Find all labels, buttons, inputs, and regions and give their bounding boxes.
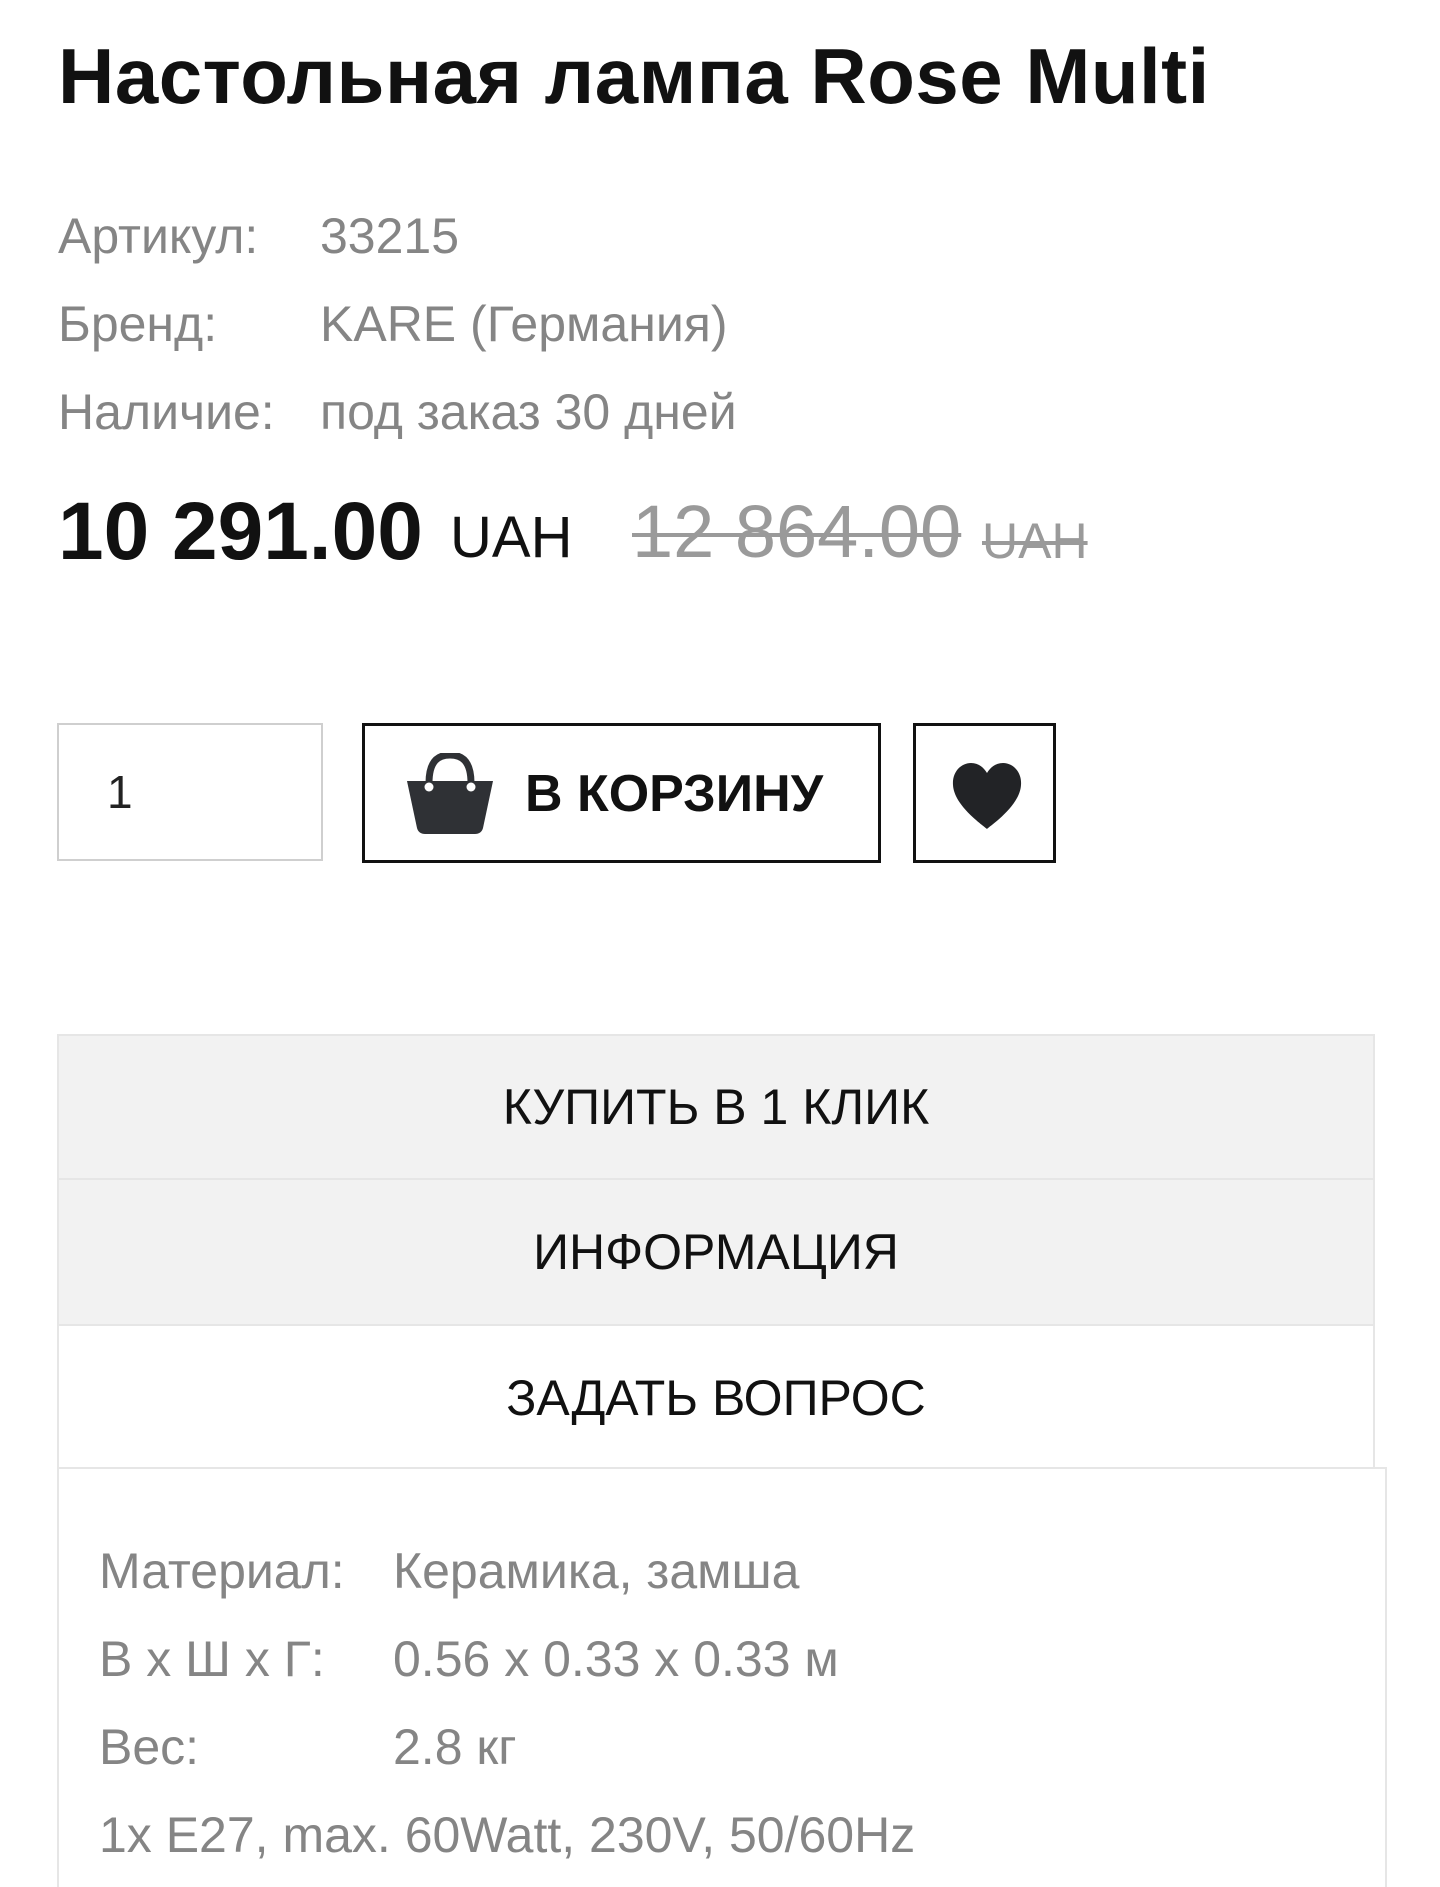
meta-row-sku: Артикул: 33215 [58,192,737,280]
add-to-cart-label: В КОРЗИНУ [525,765,824,823]
product-title: Настольная лампа Rose Multi [58,32,1210,120]
quantity-input[interactable] [57,723,323,861]
current-price: 10 291.00 [58,486,423,577]
meta-row-brand: Бренд: KARE (Германия) [58,280,737,368]
spec-row-dimensions: В х Ш х Г: 0.56 x 0.33 x 0.33 м [99,1615,915,1703]
meta-label-availability: Наличие: [58,384,275,440]
spec-label-dimensions: В х Ш х Г: [99,1631,325,1687]
shopping-bag-icon [407,753,493,834]
product-meta: Артикул: 33215 Бренд: KARE (Германия) Нали… [58,192,737,456]
add-to-cart-button[interactable]: В КОРЗИНУ [362,723,881,863]
old-price-currency: UAH [982,513,1088,569]
buy-one-click-tab[interactable]: КУПИТЬ В 1 КЛИК [57,1034,1375,1180]
spec-label-weight: Вес: [99,1719,200,1775]
spec-row-material: Материал: Керамика, замша [99,1527,915,1615]
information-label: ИНФОРМАЦИЯ [533,1224,899,1280]
spec-label-material: Материал: [99,1543,345,1599]
meta-row-availability: Наличие: под заказ 30 дней [58,368,737,456]
product-accordion: КУПИТЬ В 1 КЛИК ИНФОРМАЦИЯ ЗАДАТЬ ВОПРОС [57,1034,1375,1472]
add-to-wishlist-button[interactable] [913,723,1056,863]
product-page: Настольная лампа Rose Multi Артикул: 3321… [0,0,1440,1887]
ask-question-tab[interactable]: ЗАДАТЬ ВОПРОС [57,1326,1375,1472]
current-price-currency: UAH [450,505,573,570]
spec-list: Материал: Керамика, замша В х Ш х Г: 0.56 … [99,1527,915,1879]
meta-value-availability: под заказ 30 дней [320,384,737,440]
spec-value-dimensions: 0.56 x 0.33 x 0.33 м [393,1631,839,1687]
meta-label-brand: Бренд: [58,296,218,352]
spec-note: 1x E27, max. 60Watt, 230V, 50/60Hz [99,1807,916,1863]
buy-one-click-label: КУПИТЬ В 1 КЛИК [502,1079,930,1135]
meta-label-sku: Артикул: [58,208,259,264]
ask-question-label: ЗАДАТЬ ВОПРОС [506,1370,926,1426]
heart-icon [952,763,1022,829]
old-price: 12 864.00 [632,490,962,573]
spec-value-material: Керамика, замша [393,1543,800,1599]
meta-value-sku: 33215 [320,208,460,264]
information-tab[interactable]: ИНФОРМАЦИЯ [57,1180,1375,1326]
spec-value-weight: 2.8 кг [393,1719,517,1775]
information-panel: Материал: Керамика, замша В х Ш х Г: 0.56 … [57,1467,1387,1887]
meta-value-brand: KARE (Германия) [320,296,728,352]
spec-row-weight: Вес: 2.8 кг [99,1703,915,1791]
